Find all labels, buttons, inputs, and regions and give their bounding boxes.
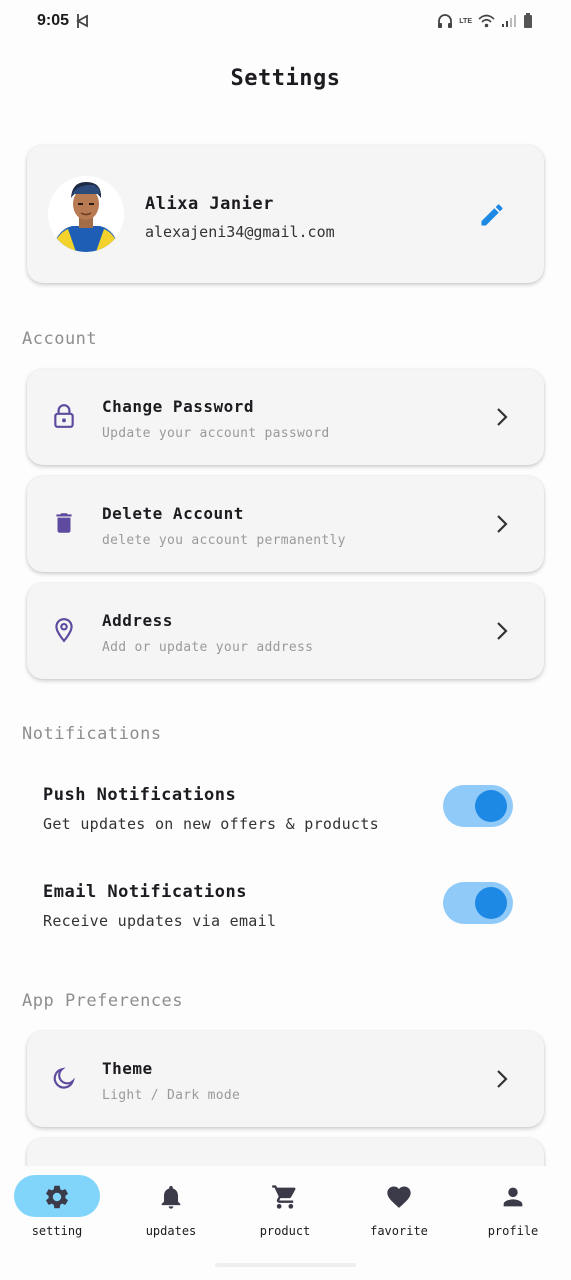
location-pin-icon (55, 618, 73, 643)
lock-icon (54, 404, 74, 428)
toggle-title: Push Notifications (43, 785, 237, 805)
section-label-preferences: App Preferences (22, 991, 184, 1011)
toggle-subtitle: Receive updates via email (43, 912, 277, 930)
status-time: 9:05 (37, 12, 70, 29)
avatar-image (48, 176, 124, 252)
screen-record-icon (76, 14, 88, 28)
nav-item-setting[interactable]: setting (7, 1166, 107, 1266)
toggle-knob (475, 790, 507, 822)
delete-account-item[interactable]: Delete Account delete you account perman… (27, 476, 544, 572)
edit-pencil-icon[interactable] (478, 201, 506, 229)
network-type-label: LTE (459, 17, 472, 25)
row-title: Delete Account (102, 504, 244, 523)
signal-icon (502, 15, 516, 27)
row-subtitle: Update your account password (102, 426, 330, 441)
push-notifications-row: Push Notifications Get updates on new of… (0, 785, 571, 855)
trash-icon (56, 513, 72, 533)
status-bar: 9:05 LTE (0, 0, 571, 44)
home-indicator[interactable] (215, 1263, 356, 1267)
profile-card[interactable]: Alixa Janier alexajeni34@gmail.com (27, 145, 544, 283)
nav-label: product (259, 1224, 311, 1238)
toggle-subtitle: Get updates on new offers & products (43, 815, 379, 833)
email-notifications-row: Email Notifications Receive updates via … (0, 882, 571, 952)
nav-item-favorite[interactable]: favorite (349, 1166, 449, 1266)
nav-item-profile[interactable]: profile (463, 1166, 563, 1266)
row-title: Change Password (102, 397, 254, 416)
section-label-account: Account (22, 329, 98, 349)
nav-label: setting (31, 1224, 83, 1238)
moon-icon (53, 1067, 76, 1089)
toggle-knob (475, 887, 507, 919)
profile-email: alexajeni34@gmail.com (145, 223, 335, 241)
row-title: Address (102, 611, 173, 630)
gear-icon (46, 1185, 68, 1209)
wifi-icon (478, 14, 495, 28)
nav-label: favorite (370, 1224, 428, 1238)
chevron-right-icon (497, 408, 508, 426)
toggle-title: Email Notifications (43, 882, 247, 902)
headphones-icon (438, 14, 453, 28)
row-subtitle: Light / Dark mode (102, 1088, 241, 1103)
chevron-right-icon (497, 515, 508, 533)
address-item[interactable]: Address Add or update your address (27, 583, 544, 679)
nav-item-updates[interactable]: updates (121, 1166, 221, 1266)
chevron-right-icon (497, 622, 508, 640)
email-notifications-toggle[interactable] (443, 882, 513, 924)
nav-item-product[interactable]: product (235, 1166, 335, 1266)
row-title: Theme (102, 1059, 153, 1078)
heart-icon (387, 1186, 411, 1208)
status-icons: LTE (437, 13, 533, 29)
profile-name: Alixa Janier (145, 194, 274, 214)
cart-icon (272, 1185, 296, 1209)
page-title: Settings (230, 66, 341, 91)
theme-item[interactable]: Theme Light / Dark mode (27, 1031, 544, 1127)
nav-label: updates (145, 1224, 197, 1238)
push-notifications-toggle[interactable] (443, 785, 513, 827)
row-subtitle: Add or update your address (102, 640, 314, 655)
nav-label: profile (487, 1224, 539, 1238)
person-icon (503, 1187, 523, 1207)
bell-icon (161, 1185, 181, 1209)
battery-icon (524, 13, 532, 28)
row-subtitle: delete you account permanently (102, 533, 346, 548)
section-label-notifications: Notifications (22, 724, 162, 744)
avatar (48, 176, 124, 252)
change-password-item[interactable]: Change Password Update your account pass… (27, 369, 544, 465)
chevron-right-icon (497, 1070, 508, 1088)
